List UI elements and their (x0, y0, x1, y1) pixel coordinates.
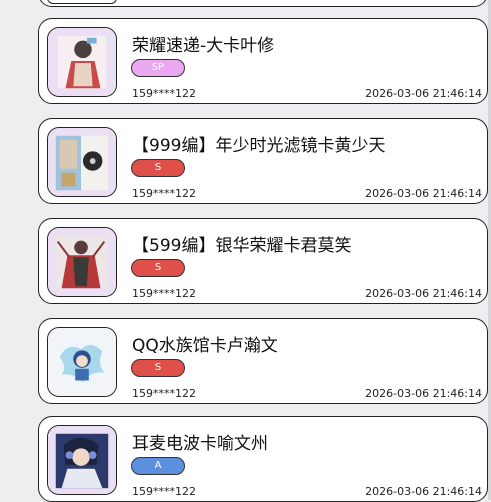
rarity-badge: A (131, 457, 185, 475)
list-item[interactable]: 耳麦电波卡喻文州 A 159****122 2026-03-06 21:46:1… (38, 416, 488, 502)
timestamp: 2026-03-06 21:46:14 (365, 387, 482, 400)
phone-number: 159****122 (132, 187, 196, 200)
card-thumbnail-partial (47, 0, 117, 4)
item-title: 【599编】银华荣耀卡君莫笑 (132, 236, 352, 256)
card-art-jun-moxiao (48, 228, 116, 296)
phone-number: 159****122 (132, 387, 196, 400)
timestamp: 2026-03-06 21:46:14 (365, 187, 482, 200)
card-thumbnail (47, 127, 117, 197)
list-item[interactable]: 【599编】银华荣耀卡君莫笑 S 159****122 2026-03-06 2… (38, 218, 488, 304)
item-title: 【999编】年少时光滤镜卡黄少天 (132, 136, 386, 156)
list-item[interactable]: QQ水族馆卡卢瀚文 S 159****122 2026-03-06 21:46:… (38, 318, 488, 404)
rarity-badge: S (131, 259, 185, 277)
phone-number: 159****122 (132, 485, 196, 498)
timestamp: 2026-03-06 21:46:14 (365, 485, 482, 498)
card-thumbnail (47, 27, 117, 97)
item-title: 耳麦电波卡喻文州 (132, 434, 268, 454)
timestamp: 2026-03-06 21:46:14 (365, 287, 482, 300)
timestamp: 2026-03-06 21:46:14 (365, 87, 482, 100)
card-art-yu-wenzhou (48, 426, 116, 494)
item-title: 荣耀速递-大卡叶修 (132, 36, 275, 56)
rarity-badge: S (131, 359, 185, 377)
card-thumbnail (47, 227, 117, 297)
card-art-lu-hanwen (48, 328, 116, 396)
phone-number: 159****122 (132, 287, 196, 300)
phone-number: 159****122 (132, 87, 196, 100)
list-item-partial[interactable] (38, 0, 488, 7)
card-art-ye-xiu (48, 28, 116, 96)
rarity-badge: S (131, 159, 185, 177)
card-thumbnail (47, 327, 117, 397)
item-title: QQ水族馆卡卢瀚文 (132, 336, 278, 356)
card-art-huang-shaotian (48, 128, 116, 196)
rarity-badge: SP (131, 59, 185, 77)
card-thumbnail (47, 425, 117, 495)
list-item[interactable]: 荣耀速递-大卡叶修 SP 159****122 2026-03-06 21:46… (38, 18, 488, 104)
list-item[interactable]: 【999编】年少时光滤镜卡黄少天 S 159****122 2026-03-06… (38, 118, 488, 204)
